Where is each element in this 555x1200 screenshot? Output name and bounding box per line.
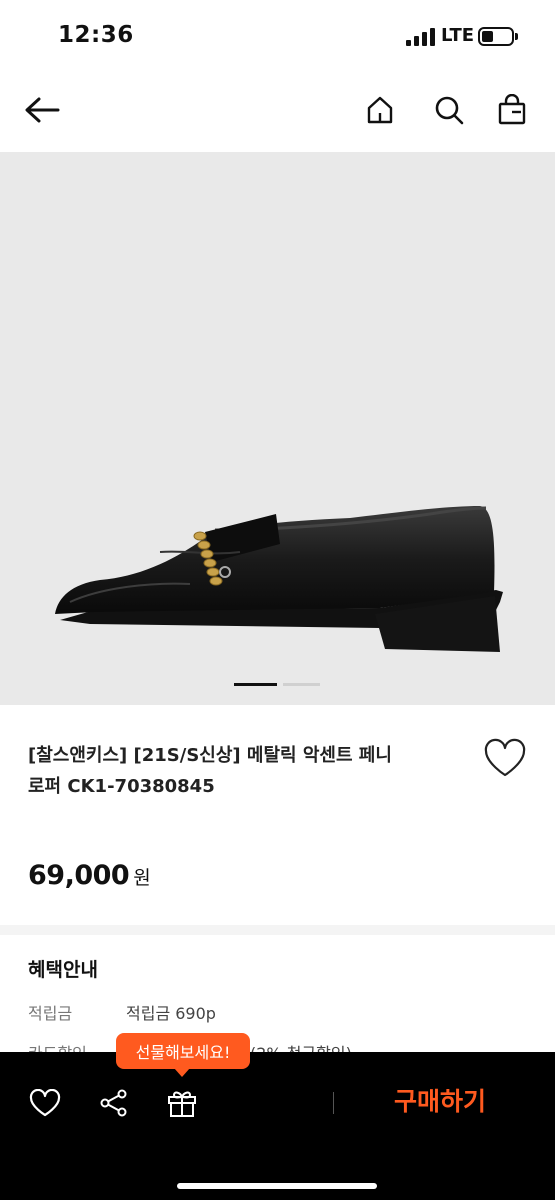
product-title-line-2: 로퍼 CK1-70380845 [28,776,215,797]
home-indicator [177,1183,377,1189]
gift-icon[interactable] [164,1085,200,1121]
benefit-row-points: 적립금 적립금 690p [28,1000,216,1024]
top-navigation [0,72,555,150]
benefit-value: (2% 청구할인) [250,1044,352,1052]
back-arrow-icon[interactable] [22,90,62,130]
benefit-value: 적립금 690p [126,1004,216,1023]
gift-tooltip-text: 선물해보세요! [135,1043,231,1062]
bottom-bar-separator [333,1092,334,1114]
benefit-label: 카드할인 [28,1040,126,1052]
loafer-shoe-image [55,506,503,652]
price-value: 69,000 [28,860,130,891]
wishlist-heart-icon[interactable] [483,738,527,780]
product-image[interactable] [0,152,555,705]
benefit-label: 적립금 [28,1004,73,1023]
status-time: 12:36 [58,22,134,48]
price: 69,000 원 [28,860,151,891]
home-icon[interactable] [360,90,400,130]
bottom-action-bar: 구매하기 [0,1052,555,1200]
gift-tooltip[interactable]: 선물해보세요! [116,1033,250,1077]
tooltip-tail [174,1068,190,1077]
search-icon[interactable] [429,90,469,130]
price-currency: 원 [133,867,151,889]
battery-icon [478,27,518,46]
shopping-bag-icon[interactable] [492,90,532,130]
status-bar: 12:36 LTE [0,0,555,72]
network-label: LTE [441,25,475,46]
indicator-active [234,683,277,686]
indicator-inactive [283,683,320,686]
gallery-page-indicator [234,683,320,686]
benefits-title: 혜택안내 [28,959,98,981]
heart-icon[interactable] [27,1085,63,1121]
buy-button[interactable]: 구매하기 [394,1082,486,1118]
product-title: [찰스앤키스] [21S/S신상] 메탈릭 악센트 페니 로퍼 CK1-7038… [28,740,468,802]
product-title-line-1: [찰스앤키스] [21S/S신상] 메탈릭 악센트 페니 [28,745,392,766]
section-divider [0,925,555,935]
signal-icon [406,28,436,46]
share-icon[interactable] [96,1085,132,1121]
